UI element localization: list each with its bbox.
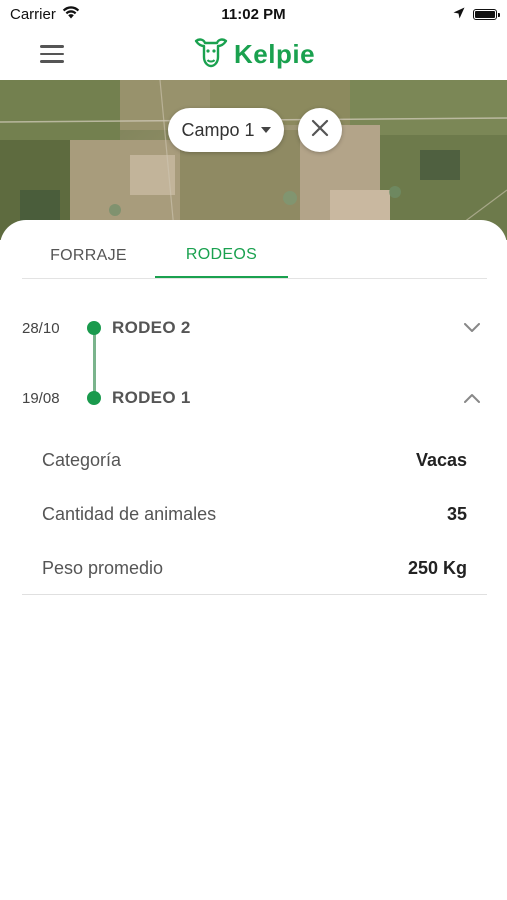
detail-value: 35	[446, 503, 467, 524]
status-time: 11:02 PM	[221, 5, 286, 23]
tab-forraje[interactable]: FORRAJE	[22, 234, 155, 278]
cow-head-icon	[192, 35, 230, 74]
detail-value: 250 Kg	[407, 557, 467, 578]
field-selector-label: Campo 1	[181, 119, 255, 140]
rodeo-date: 19/08	[22, 389, 60, 407]
detail-row-cantidad: Cantidad de animales 35	[42, 499, 467, 529]
rodeo-name: RODEO 2	[112, 318, 191, 337]
rodeo-row[interactable]: 19/08 RODEO 1	[0, 380, 507, 416]
detail-label: Peso promedio	[42, 557, 164, 578]
chevron-down-icon[interactable]	[462, 318, 482, 338]
tab-bar: FORRAJE RODEOS	[22, 234, 487, 279]
close-button[interactable]	[298, 108, 342, 152]
brand-logo: Kelpie	[192, 34, 315, 74]
brand-name: Kelpie	[234, 38, 316, 69]
map-imagery	[0, 80, 507, 240]
hamburger-menu-icon[interactable]	[40, 40, 70, 68]
satellite-map[interactable]	[0, 80, 507, 240]
detail-row-peso: Peso promedio 250 Kg	[42, 553, 467, 583]
divider	[22, 594, 487, 595]
rodeo-name: RODEO 1	[112, 388, 191, 407]
status-bar: Carrier 11:02 PM	[0, 0, 507, 28]
chevron-up-icon[interactable]	[462, 388, 482, 408]
detail-value: Vacas	[415, 449, 467, 470]
detail-label: Categoría	[42, 449, 122, 470]
battery-icon	[473, 8, 500, 20]
field-selector[interactable]: Campo 1	[168, 108, 284, 152]
rodeo-date: 28/10	[22, 319, 60, 337]
bottom-sheet: FORRAJE RODEOS 28/10 RODEO 2 19/08 RODEO…	[0, 220, 507, 900]
detail-label: Cantidad de animales	[42, 503, 217, 524]
close-icon	[311, 119, 329, 142]
detail-row-categoria: Categoría Vacas	[42, 445, 467, 475]
top-navigation: Kelpie	[0, 28, 507, 80]
chevron-down-icon	[260, 127, 271, 133]
timeline-dot	[87, 321, 101, 335]
timeline-dot	[87, 391, 101, 405]
rodeo-row[interactable]: 28/10 RODEO 2	[0, 310, 507, 346]
tab-rodeos[interactable]: RODEOS	[155, 234, 288, 278]
